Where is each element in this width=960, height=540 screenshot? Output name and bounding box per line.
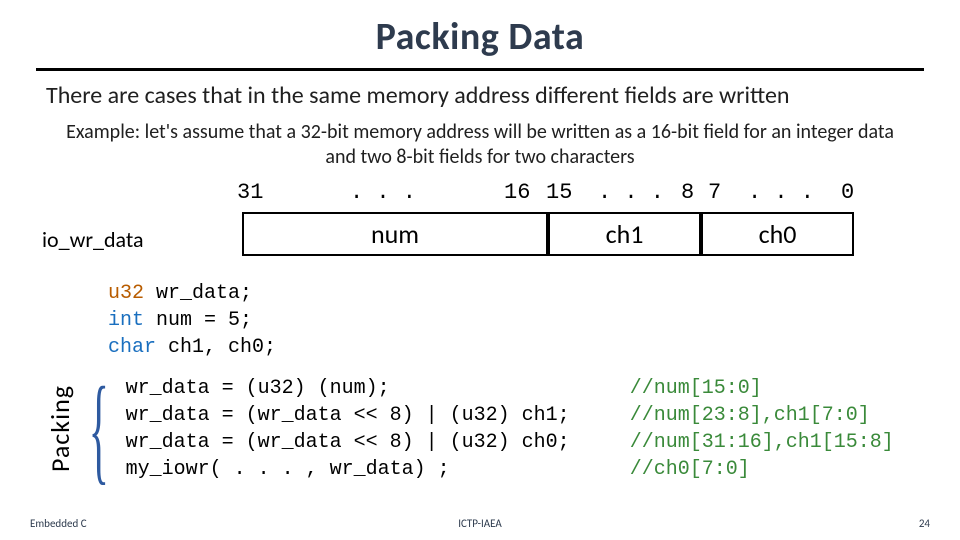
decl-l3: ch1, ch0; xyxy=(156,336,276,359)
pc-l2: wr_data = (wr_data << 8) | (u32) ch1; xyxy=(126,404,630,427)
io-wr-data-label: io_wr_data xyxy=(42,226,144,253)
declaration-code: u32 wr_data; int num = 5; char ch1, ch0; xyxy=(108,280,924,361)
slide: Packing Data There are cases that in the… xyxy=(0,0,960,540)
kw-int: int xyxy=(108,309,144,332)
footer: Embedded C ICTP-IAEA 24 xyxy=(0,517,960,530)
bit-0: 0 xyxy=(841,180,854,205)
footer-center: ICTP-IAEA xyxy=(458,517,502,530)
bitfield-diagram: 31 . . . 16 15 . . . 8 7 . . . 0 io_wr_d… xyxy=(36,180,924,272)
subtitle: There are cases that in the same memory … xyxy=(46,81,924,110)
bit-16: 16 xyxy=(504,180,530,205)
pc-l2c: //num[23:8],ch1[7:0] xyxy=(630,404,870,427)
page-title: Packing Data xyxy=(36,14,924,60)
brace-icon: { xyxy=(89,387,109,471)
bit-7: 7 xyxy=(708,180,721,205)
field-ch1: ch1 xyxy=(548,212,701,256)
bit-31: 31 xyxy=(237,180,263,205)
kw-u32: u32 xyxy=(108,282,144,305)
bit-8: 8 xyxy=(681,180,694,205)
footer-right: 24 xyxy=(919,517,930,530)
pc-l4: my_iowr( . . . , wr_data) ; xyxy=(126,458,630,481)
pc-l3c: //num[31:16],ch1[15:8] xyxy=(630,431,894,454)
pc-l1c: //num[15:0] xyxy=(630,377,762,400)
packing-code: wr_data = (u32) (num); //num[15:0] wr_da… xyxy=(126,375,894,483)
pc-l1: wr_data = (u32) (num); xyxy=(126,377,630,400)
bit-fields: num ch1 ch0 xyxy=(242,212,854,256)
bit-15: 15 xyxy=(546,180,572,205)
field-ch0: ch0 xyxy=(701,212,854,256)
pc-l3: wr_data = (wr_data << 8) | (u32) ch0; xyxy=(126,431,630,454)
packing-row: Packing { wr_data = (u32) (num); //num[1… xyxy=(36,375,924,483)
field-num: num xyxy=(242,212,548,256)
decl-l2: num = 5; xyxy=(144,309,252,332)
title-rule xyxy=(36,68,924,71)
pc-l4c: //ch0[7:0] xyxy=(630,458,750,481)
bit-dots-2: . . . xyxy=(598,180,664,205)
bit-dots-3: . . . xyxy=(748,180,814,205)
kw-char: char xyxy=(108,336,156,359)
bit-dots-1: . . . xyxy=(350,180,416,205)
footer-left: Embedded C xyxy=(30,517,87,530)
decl-l1: wr_data; xyxy=(144,282,252,305)
packing-label: Packing xyxy=(44,385,76,472)
example-text: Example: let's assume that a 32-bit memo… xyxy=(36,110,924,176)
